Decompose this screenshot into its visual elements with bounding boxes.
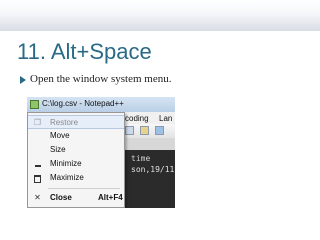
menu-item-size[interactable]: Size [28,143,124,157]
menu-item-label: Move [50,131,70,140]
menu-item-restore[interactable]: ❐ Restore [28,115,124,129]
toolbar-button-icon[interactable] [140,126,149,135]
menu-item-language[interactable]: Lan [159,114,172,123]
menu-item-close[interactable]: ✕ Close Alt+F4 [28,191,124,205]
close-icon: ✕ [34,193,41,202]
menu-item-label: Size [50,145,66,154]
toolbar-button-icon[interactable] [125,126,134,135]
restore-icon: ❐ [33,118,42,127]
window-title: C:\log.csv - Notepad++ [42,99,124,108]
bullet-arrow-icon [20,76,26,84]
toolbar-button-icon[interactable] [155,126,164,135]
slide-header-band [0,0,320,31]
menu-item-maximize[interactable]: Maximize [28,171,124,185]
editor-line: time [131,154,151,163]
menu-item-label: Minimize [50,159,82,168]
menu-item-shortcut: Alt+F4 [98,193,123,202]
window-titlebar[interactable]: C:\log.csv - Notepad++ [27,97,175,112]
menu-separator [48,188,120,189]
menu-item-label: Maximize [50,173,84,182]
editor-line: son,19/11/ [131,165,175,174]
notepad-screenshot: C:\log.csv - Notepad++ coding Lan time s… [27,97,175,208]
slide-title: 11. Alt+Space [17,39,152,64]
minimize-icon [33,159,42,169]
notepad-app-icon[interactable] [30,100,39,109]
maximize-icon [33,173,42,183]
bullet-text: Open the window system menu. [30,73,172,85]
system-menu: ❐ Restore Move Size Minimize Maximize ✕ … [27,112,125,208]
menu-item-minimize[interactable]: Minimize [28,157,124,171]
menu-item-label: Restore [50,118,79,127]
menu-item-encoding[interactable]: coding [125,114,149,123]
menu-item-label: Close [50,193,72,202]
menu-item-move[interactable]: Move [28,129,124,143]
